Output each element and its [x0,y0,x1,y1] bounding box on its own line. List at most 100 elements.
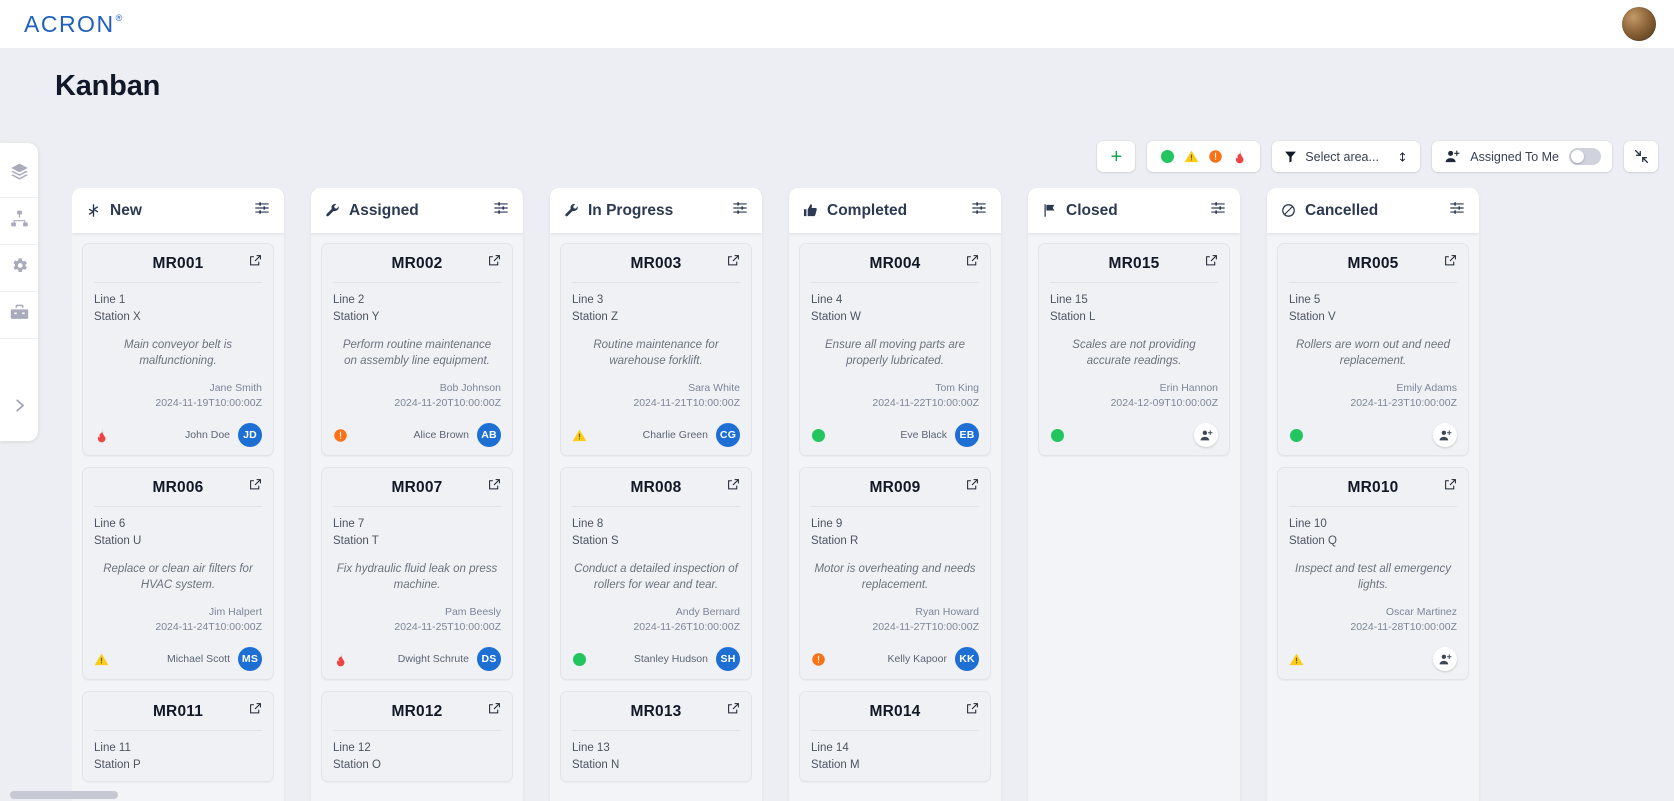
priority-legend-filter[interactable] [1147,141,1261,172]
open-external-icon[interactable] [249,702,262,720]
card-assignee-avatar[interactable]: CG [716,423,740,448]
column-title: New [110,201,142,219]
card-timestamp: 2024-11-26T10:00:00Z [633,621,740,634]
request-card[interactable]: MR009 Line 9 Station R Motor is overheating… [799,467,991,681]
priority-low-icon[interactable] [1160,149,1175,164]
card-divider [1289,506,1457,508]
open-external-icon[interactable] [727,254,740,272]
assign-user-button[interactable] [1194,423,1218,448]
layers-icon [10,162,29,186]
open-external-icon[interactable] [966,702,979,720]
card-assignee-group: Stanley Hudson SH [634,647,740,672]
card-footer: Charlie Green CG [572,423,740,448]
sidebar-item-maintenance[interactable] [0,292,38,339]
card-timestamp: 2024-11-28T10:00:00Z [1350,621,1457,634]
open-external-icon[interactable] [966,254,979,272]
card-header: MR003 [572,253,740,274]
priority-high-icon[interactable] [1208,149,1223,164]
select-area-dropdown[interactable]: Select area... [1272,141,1421,172]
user-add-icon [1445,149,1460,164]
card-footer: John Doe JD [94,423,262,448]
card-reporter: Bob Johnson [439,381,501,394]
card-assignee-name: Michael Scott [166,653,230,666]
sidebar-expand-button[interactable] [0,385,38,431]
column-title: Completed [827,201,908,219]
request-card[interactable]: MR006 Line 6 Station U Replace or clean air… [82,467,274,681]
card-assignee-avatar[interactable]: DS [477,647,501,672]
request-card[interactable]: MR008 Line 8 Station S Conduct a detailed i… [560,467,752,681]
card-line: Line 11 [94,742,131,755]
request-card[interactable]: MR014 Line 14 Station M [799,691,991,783]
filter-icon [1284,150,1297,163]
request-card[interactable]: MR012 Line 12 Station O [321,691,513,783]
open-external-icon[interactable] [727,478,740,496]
sidebar-item-settings[interactable] [0,245,38,292]
collapse-board-button[interactable] [1624,141,1658,172]
card-assignee-avatar[interactable]: JD [238,423,262,448]
request-card[interactable]: MR003 Line 3 Station Z Routine maintenance … [560,243,752,457]
column-settings-icon[interactable] [493,200,509,221]
request-card[interactable]: MR007 Line 7 Station T Fix hydraulic fluid … [321,467,513,681]
request-card[interactable]: MR010 Line 10 Station Q Inspect and test al… [1277,467,1469,681]
card-station: Station U [94,534,142,547]
card-priority-icon [1289,428,1304,443]
card-assignee-avatar[interactable]: AB [477,423,501,448]
card-footer: Kelly Kapoor KK [811,647,979,672]
column-settings-icon[interactable] [1449,200,1465,221]
column-settings-icon[interactable] [254,200,270,221]
horizontal-scrollbar[interactable] [10,791,118,799]
open-external-icon[interactable] [1205,254,1218,272]
card-description: Fix hydraulic fluid leak on press machin… [336,563,498,592]
card-line: Line 15 [1050,294,1088,306]
assign-user-button[interactable] [1433,647,1457,672]
open-external-icon[interactable] [966,478,979,496]
card-station: Station P [94,758,141,771]
assign-user-button[interactable] [1433,423,1457,448]
card-assignee-group [1194,423,1218,448]
sidebar-item-hierarchy[interactable] [0,198,38,245]
card-reporter: Jane Smith [209,381,262,394]
card-priority-icon [1289,652,1304,667]
card-assignee-avatar[interactable]: MS [238,647,262,672]
card-footer [1289,647,1457,672]
card-assignee-name: Dwight Schrute [397,653,469,666]
open-external-icon[interactable] [488,702,501,720]
request-card[interactable]: MR005 Line 5 Station V Rollers are worn out… [1277,243,1469,457]
open-external-icon[interactable] [249,254,262,272]
assigned-to-me-toggle-row[interactable]: Assigned To Me [1432,141,1612,172]
open-external-icon[interactable] [488,254,501,272]
request-card[interactable]: MR002 Line 2 Station Y Perform routine main… [321,243,513,457]
request-card[interactable]: MR015 Line 15 Station L Scales are not prov… [1038,243,1230,457]
open-external-icon[interactable] [727,702,740,720]
open-external-icon[interactable] [249,478,262,496]
column-header: New [72,188,284,233]
column-header-left: In Progress [563,202,673,220]
request-card[interactable]: MR001 Line 1 Station X Main conveyor belt i… [82,243,274,457]
sidebar-item-layers[interactable] [0,151,38,198]
card-description: Inspect and test all emergency lights. [1295,563,1451,592]
open-external-icon[interactable] [488,478,501,496]
card-priority-icon [572,652,587,667]
column-settings-icon[interactable] [1210,200,1226,221]
page-title: Kanban [55,70,161,102]
card-divider [1289,282,1457,283]
priority-medium-icon[interactable] [1184,149,1199,164]
assigned-to-me-switch[interactable] [1569,148,1601,165]
add-request-button[interactable]: + [1097,141,1136,172]
request-card[interactable]: MR013 Line 13 Station N [560,691,752,783]
user-profile-avatar[interactable] [1622,7,1656,41]
priority-critical-icon[interactable] [1232,149,1247,164]
select-area-label: Select area... [1305,149,1379,164]
card-assignee-avatar[interactable]: EB [955,423,979,448]
acron-logo[interactable]: ACRON ® [24,11,122,38]
card-footer: Alice Brown AB [333,423,501,448]
open-external-icon[interactable] [1444,254,1457,272]
open-external-icon[interactable] [1444,478,1457,496]
card-assignee-avatar[interactable]: SH [716,647,740,672]
card-line: Line 2 [333,294,365,306]
column-settings-icon[interactable] [971,200,987,221]
request-card[interactable]: MR004 Line 4 Station W Ensure all moving pa… [799,243,991,457]
card-assignee-avatar[interactable]: KK [955,647,979,672]
column-settings-icon[interactable] [732,200,748,221]
request-card[interactable]: MR011 Line 11 Station P [82,691,274,783]
